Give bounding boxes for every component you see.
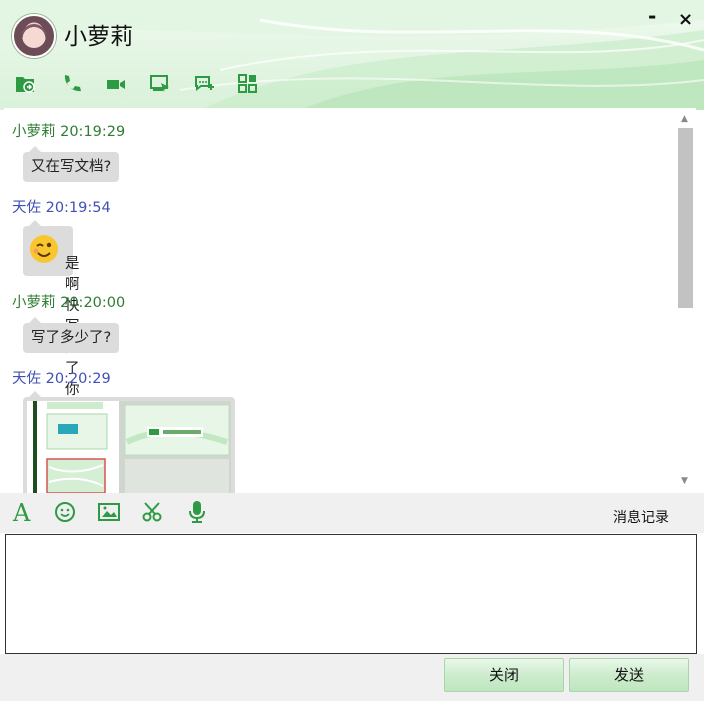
- microphone-icon[interactable]: [184, 499, 212, 527]
- add-chat-icon[interactable]: [192, 72, 218, 96]
- avatar[interactable]: [12, 14, 56, 58]
- chat-window: 小萝莉 - × 小萝莉 20:19:29 又在写文档? 天佐 20:19:54 …: [0, 0, 704, 701]
- minimize-button[interactable]: -: [648, 4, 656, 28]
- file-transfer-icon[interactable]: [14, 72, 40, 96]
- scrollbar[interactable]: ▲ ▼: [676, 108, 696, 493]
- screenshot-thumbnail: [27, 401, 231, 493]
- message-input[interactable]: [5, 534, 697, 654]
- message-bubble: 是啊 快写完了 你早点睡啊: [23, 220, 80, 482]
- emoji-icon[interactable]: [52, 499, 80, 527]
- message-bubble: 又在写文档?: [23, 146, 120, 182]
- message-list[interactable]: 小萝莉 20:19:29 又在写文档? 天佐 20:19:54 是啊 快写完了 …: [4, 108, 676, 493]
- message-text: 写了多少了?: [31, 330, 112, 346]
- message-header: 小萝莉 20:19:29: [12, 124, 126, 140]
- image-icon[interactable]: [96, 499, 124, 527]
- font-icon[interactable]: A: [10, 499, 38, 527]
- voice-call-icon[interactable]: [60, 72, 86, 96]
- input-toolbar: A 消息记录: [0, 493, 704, 533]
- message-header: 天佐 20:19:54: [12, 200, 111, 216]
- scroll-up-icon[interactable]: ▲: [681, 114, 688, 124]
- close-window-button[interactable]: ×: [678, 9, 693, 30]
- svg-text:A: A: [12, 499, 31, 525]
- close-button[interactable]: 关闭: [444, 658, 564, 692]
- message-header: 小萝莉 20:20:00: [12, 295, 126, 311]
- footer: 关闭 发送: [0, 654, 704, 701]
- contact-name: 小萝莉: [64, 24, 133, 50]
- message-text: 又在写文档?: [31, 159, 112, 175]
- video-call-icon[interactable]: [104, 72, 130, 96]
- scissors-icon[interactable]: [139, 499, 167, 527]
- message-header: 天佐 20:20:29: [12, 371, 111, 387]
- apps-grid-icon[interactable]: [236, 72, 262, 96]
- image-message[interactable]: [23, 391, 235, 493]
- message-history-link[interactable]: 消息记录: [613, 507, 669, 527]
- scroll-thumb[interactable]: [678, 128, 693, 308]
- scroll-down-icon[interactable]: ▼: [681, 476, 688, 486]
- message-bubble: 写了多少了?: [23, 317, 120, 353]
- wink-face-icon: [30, 235, 58, 263]
- send-button[interactable]: 发送: [569, 658, 689, 692]
- header: 小萝莉 - ×: [0, 0, 704, 110]
- remote-desktop-icon[interactable]: [148, 72, 174, 96]
